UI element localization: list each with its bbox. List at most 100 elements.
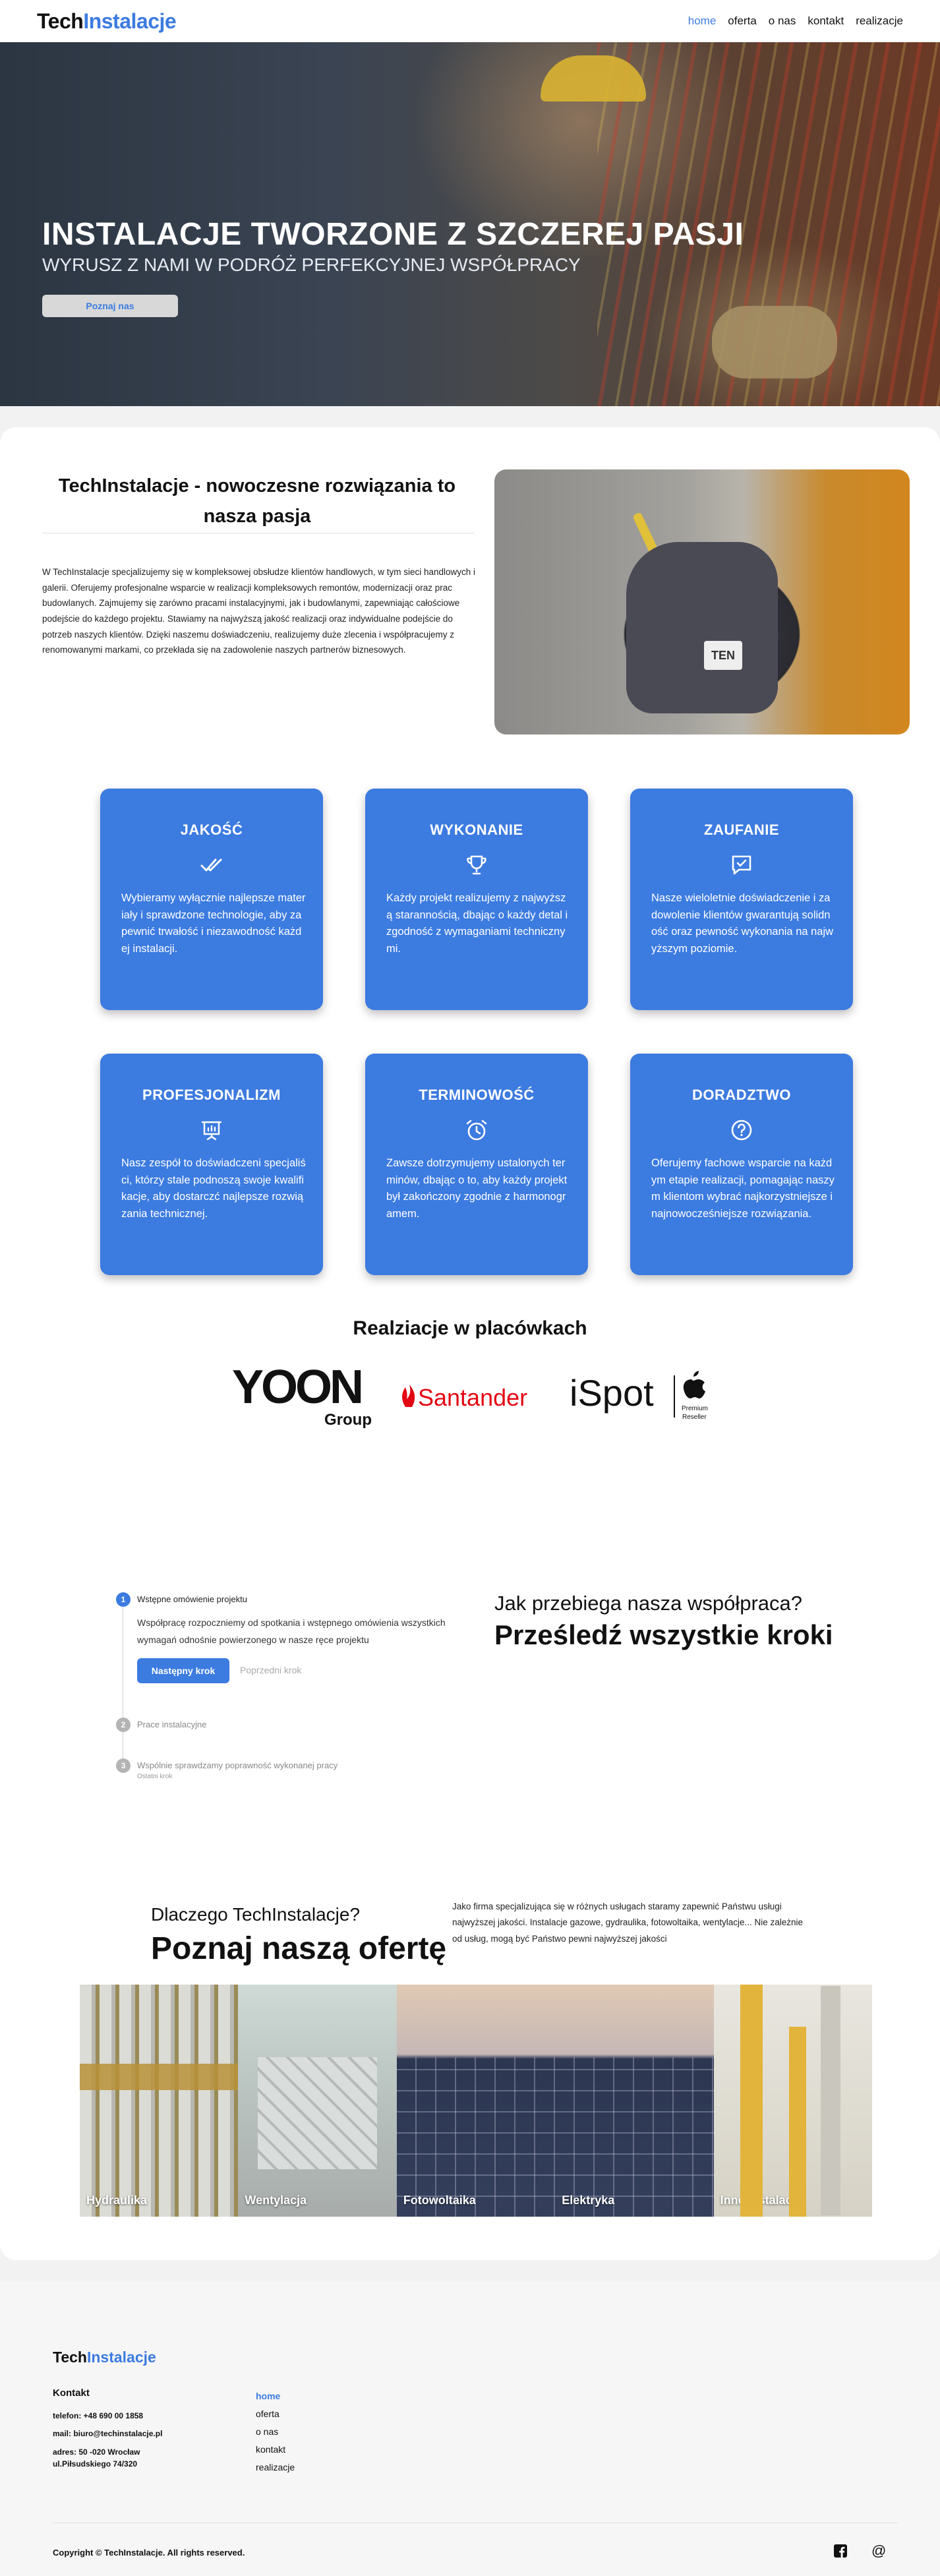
offer-text: Jako firma specjalizująca się w różnych …	[452, 1902, 804, 1944]
next-step-button[interactable]: Następny krok	[137, 1658, 229, 1683]
feature-card-wykonanie: WYKONANIE Każdy projekt realizujemy z na…	[365, 789, 588, 1010]
intro-title: TechInstalacje - nowoczesne rozwiązania …	[58, 475, 456, 527]
cooperation-headline: Prześledź wszystkie kroki	[494, 1619, 833, 1650]
feature-text: Oferujemy fachowe wsparcie na każdym eta…	[651, 1157, 835, 1220]
feature-title: TERMINOWOŚĆ	[419, 1087, 535, 1103]
step-label-3[interactable]: Wspólnie sprawdzamy poprawność wykonanej…	[137, 1760, 338, 1770]
footer-link-realizacje[interactable]: realizacje	[256, 2459, 295, 2476]
offer-gallery: Hydraulika Wentylacja Fotowoltaika Elekt…	[80, 1985, 873, 2217]
feature-title: PROFESJONALIZM	[142, 1087, 281, 1103]
top-navbar: TechInstalacje home oferta o nas kontakt…	[0, 0, 940, 42]
step-label-1[interactable]: Wstępne omówienie projektu	[137, 1594, 247, 1604]
santander-logo-text: Santander	[418, 1384, 527, 1411]
previous-step-button[interactable]: Poprzedni krok	[240, 1665, 301, 1675]
logo[interactable]: TechInstalacje	[37, 9, 177, 34]
feature-text: Zawsze dotrzymujemy ustalonych terminów,…	[386, 1157, 568, 1220]
intro-glove-photo: TEN	[494, 469, 910, 734]
cooperation-question: Jak przebiega nasza współpraca?	[494, 1592, 802, 1615]
footer-phone: telefon: +48 690 00 1858	[53, 2411, 144, 2420]
yoon-logo-sub: Group	[324, 1411, 372, 1428]
offer-tile-wentylacja[interactable]: Wentylacja	[238, 1985, 397, 2217]
footer-contact-heading: Kontakt	[53, 2387, 90, 2399]
nav-item-home[interactable]: home	[688, 15, 717, 28]
offer-tile-hydraulika[interactable]: Hydraulika	[80, 1985, 239, 2217]
feature-card-doradztwo: DORADZTWO Oferujemy fachowe wsparcie na …	[630, 1054, 853, 1275]
ispot-logo-text: iSpot	[570, 1372, 654, 1414]
email-at-icon[interactable]: @	[871, 2542, 886, 2560]
feature-card-jakosc: JAKOŚĆ Wybieramy wyłącznie najlepsze mat…	[100, 789, 323, 1010]
footer-link-kontakt[interactable]: kontakt	[256, 2441, 295, 2459]
offer-tile-fotowoltaika[interactable]: Fotowoltaika	[396, 1985, 556, 2217]
feature-text: Nasze wieloletnie doświadczenie i zadowo…	[651, 892, 834, 955]
apple-logo-icon	[683, 1371, 705, 1398]
hero-title: INSTALACJE TWORZONE Z SZCZEREJ PASJI	[42, 217, 744, 252]
logo-tech: Tech	[37, 9, 84, 33]
double-check-icon	[200, 858, 222, 872]
offer-tile-elektryka[interactable]: Elektryka	[555, 1985, 714, 2217]
partner-logos: YOON Group Santander iSpot Premium Resel…	[232, 1362, 708, 1428]
footer-copyright: Copyright © TechInstalacje. All rights r…	[53, 2548, 245, 2558]
question-circle-icon	[731, 1120, 752, 1141]
offer-tile-label: Elektryka	[562, 2194, 615, 2207]
footer-link-o-nas[interactable]: o nas	[256, 2423, 295, 2441]
hero-subtitle: WYRUSZ Z NAMI W PODRÓŻ PERFEKCYJNEJ WSPÓ…	[42, 255, 581, 275]
feature-text: Każdy projekt realizujemy z najwyższą st…	[386, 892, 568, 955]
step-badge-3[interactable]: 3	[116, 1758, 131, 1773]
offer-tile-label: Inne Instalacje	[720, 2194, 802, 2207]
feature-card-zaufanie: ZAUFANIE Nasze wieloletnie doświadczenie…	[630, 789, 853, 1010]
santander-logo: Santander	[402, 1384, 527, 1411]
reseller-text: Reseller	[682, 1414, 707, 1421]
footer-links: home oferta o nas kontakt realizacje	[256, 2387, 295, 2476]
step-description: Współpracę rozpoczniemy od spotkania i w…	[137, 1617, 446, 1645]
nav-item-kontakt[interactable]: kontakt	[808, 15, 844, 28]
ispot-divider	[674, 1375, 675, 1418]
yoon-logo: YOON Group	[232, 1362, 372, 1428]
logo-instalacje: Instalacje	[83, 9, 177, 33]
nav-menu: home oferta o nas kontakt realizacje	[688, 15, 903, 28]
offer-tile-label: Hydraulika	[86, 2194, 148, 2207]
santander-flame-icon	[402, 1385, 415, 1407]
nav-item-realizacje[interactable]: realizacje	[856, 15, 903, 28]
step-badge-1[interactable]: 1	[116, 1592, 131, 1607]
ispot-logo: iSpot Premium Reseller	[570, 1371, 708, 1421]
intro-text: W TechInstalacje specjalizujemy się w ko…	[42, 567, 476, 655]
offer-tile-inne-instalacje[interactable]: Inne Instalacje	[713, 1985, 873, 2217]
footer-address: adres: 50 -020 Wrocław ul.Piłsudskiego 7…	[53, 2447, 140, 2469]
yoon-logo-text: YOON	[232, 1362, 361, 1414]
feature-text: Nasz zespół to doświadczeni specjaliści,…	[121, 1157, 306, 1220]
nav-item-o-nas[interactable]: o nas	[769, 15, 796, 28]
feature-title: JAKOŚĆ	[180, 822, 243, 838]
step-label-2[interactable]: Prace instalacyjne	[137, 1720, 207, 1729]
offer-title: Poznaj naszą ofertę	[151, 1931, 447, 1966]
footer: TechInstalacje Kontakt telefon: +48 690 …	[0, 2281, 940, 2576]
feature-title: WYKONANIE	[430, 822, 523, 838]
footer-logo[interactable]: TechInstalacje	[53, 2349, 156, 2366]
offer-tile-label: Fotowoltaika	[403, 2194, 476, 2207]
feature-card-terminowosc: TERMINOWOŚĆ Zawsze dotrzymujemy ustalony…	[365, 1054, 588, 1275]
hero-glove-image	[712, 306, 837, 378]
main-content: TechInstalacje - nowoczesne rozwiązania …	[0, 427, 940, 2260]
intro-glove-tag: TEN	[704, 641, 742, 670]
trophy-icon	[467, 855, 486, 875]
footer-link-home[interactable]: home	[256, 2387, 295, 2405]
footer-link-oferta[interactable]: oferta	[256, 2405, 295, 2423]
feature-card-profesjonalizm: PROFESJONALIZM Nasz zespół to doświadcze…	[100, 1054, 323, 1275]
intro-glove-shape	[626, 542, 778, 713]
hero-banner: INSTALACJE TWORZONE Z SZCZEREJ PASJI WYR…	[0, 42, 940, 406]
poznaj-nas-button[interactable]: Poznaj nas	[42, 295, 178, 317]
process-stepper: 1 Wstępne omówienie projektu Współpracę …	[113, 1592, 469, 1790]
footer-mail: mail: biuro@techinstalacje.pl	[53, 2429, 163, 2438]
facebook-icon[interactable]	[833, 2544, 848, 2558]
premium-text: Premium	[682, 1405, 708, 1412]
feature-title: ZAUFANIE	[704, 822, 779, 838]
offer-tile-label: Wentylacja	[245, 2194, 307, 2207]
checked-chat-icon	[732, 855, 751, 875]
feature-title: DORADZTWO	[692, 1087, 791, 1103]
footer-logo-tech: Tech	[53, 2349, 87, 2366]
footer-logo-instalacje: Instalacje	[86, 2349, 156, 2366]
realizations-title: Realziacje w placówkach	[353, 1317, 587, 1339]
feature-text: Wybieramy wyłącznie najlepsze materiały …	[121, 892, 306, 955]
presentation-icon	[201, 1121, 222, 1141]
nav-item-oferta[interactable]: oferta	[728, 15, 756, 28]
step-badge-2[interactable]: 2	[116, 1718, 131, 1732]
